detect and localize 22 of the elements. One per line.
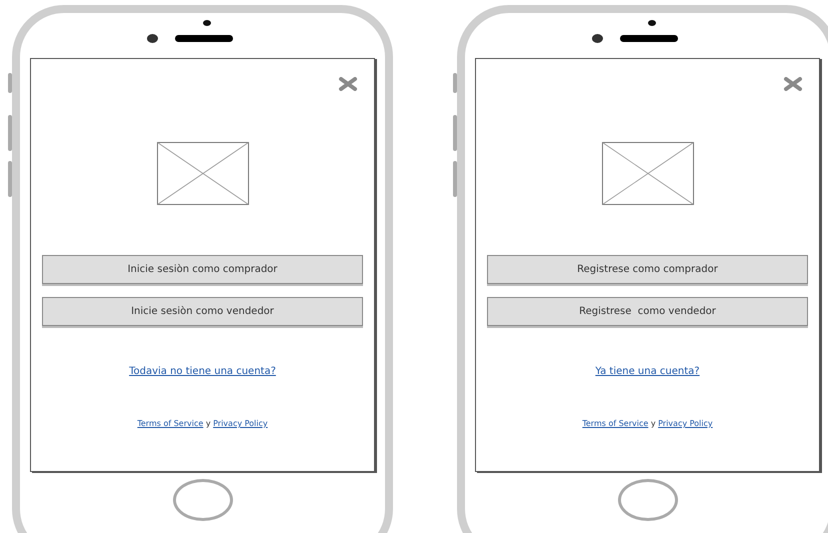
close-icon[interactable] — [338, 77, 358, 91]
legal-text: Terms of Service y Privacy Policy — [137, 419, 268, 428]
camera-dot — [592, 34, 603, 43]
account-link[interactable]: Todavia no tiene una cuenta? — [129, 366, 276, 377]
sensor-dot — [648, 20, 656, 26]
privacy-link[interactable]: Privacy Policy — [658, 419, 713, 428]
login-button[interactable]: Inicie sesiòn como vendedor — [42, 297, 363, 326]
camera-dot — [147, 34, 158, 43]
login-button[interactable]: Inicie sesiòn como comprador — [42, 255, 363, 284]
sensor-dot — [203, 20, 211, 26]
terms-link[interactable]: Terms of Service — [137, 419, 204, 428]
login-button[interactable]: Registrese como comprador — [487, 255, 808, 284]
terms-link[interactable]: Terms of Service — [582, 419, 648, 428]
home-button[interactable] — [618, 479, 678, 521]
privacy-link[interactable]: Privacy Policy — [213, 419, 268, 428]
legal-text: Terms of Service y Privacy Policy — [582, 419, 713, 428]
close-icon[interactable] — [783, 77, 803, 91]
speaker-slot — [620, 35, 678, 42]
home-button[interactable] — [172, 479, 232, 521]
account-link[interactable]: Ya tiene una cuenta? — [595, 366, 700, 377]
login-button[interactable]: Registrese como vendedor — [487, 297, 808, 326]
speaker-slot — [175, 35, 233, 42]
